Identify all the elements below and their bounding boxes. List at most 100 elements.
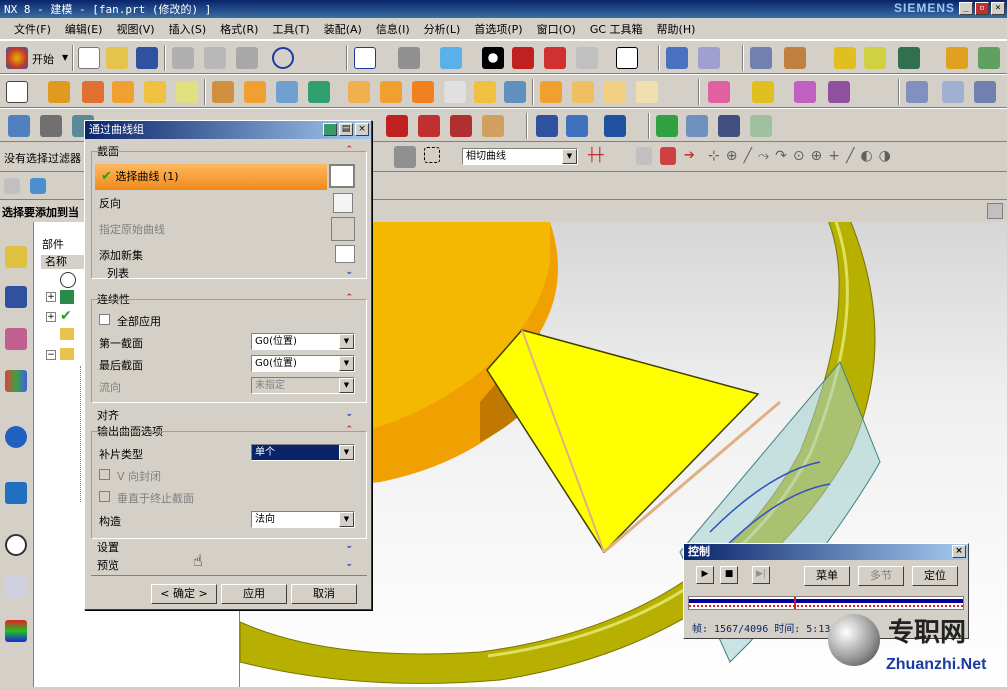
trim-icon[interactable] (444, 81, 466, 103)
point-icon[interactable] (708, 81, 730, 103)
rect-select-icon[interactable] (424, 147, 440, 163)
pad-icon[interactable] (212, 81, 234, 103)
csys-icon[interactable] (784, 47, 806, 69)
start-icon[interactable] (6, 47, 28, 69)
gh-icon[interactable] (418, 115, 440, 137)
table-icon[interactable] (686, 115, 708, 137)
cancel-button[interactable]: 取消 (291, 584, 357, 604)
pattern-icon[interactable] (276, 81, 298, 103)
collapse-icon[interactable]: ▤ (339, 123, 353, 136)
play-icon[interactable]: ▶ (696, 566, 714, 584)
menu-item-8[interactable]: 分析(L) (424, 21, 461, 37)
reverse-direction-icon[interactable] (333, 193, 353, 213)
emboss-icon[interactable] (244, 81, 266, 103)
background-icon[interactable] (616, 47, 638, 69)
hole-icon[interactable] (144, 81, 166, 103)
restore-icon[interactable]: ▫ (975, 2, 989, 15)
stack-icon[interactable] (40, 115, 62, 137)
through-curves-icon[interactable] (636, 81, 658, 103)
tree-expand-icon[interactable]: + (46, 292, 56, 302)
grid-icon[interactable] (718, 115, 740, 137)
cylinder-icon[interactable] (536, 115, 558, 137)
nurbs-icon[interactable] (906, 81, 928, 103)
new-icon[interactable] (78, 47, 100, 69)
menu-item-11[interactable]: GC 工具箱 (590, 21, 643, 37)
start-button[interactable]: 开始 (32, 51, 54, 67)
constraint-nav-icon[interactable] (5, 286, 27, 308)
menu-item-12[interactable]: 帮助(H) (657, 21, 696, 37)
datum-icon[interactable] (794, 81, 816, 103)
step-icon[interactable]: ▶| (752, 566, 770, 584)
cue-expand-icon[interactable] (987, 203, 1003, 219)
reuse-library-icon[interactable] (5, 370, 27, 392)
minimize-icon[interactable]: _ (959, 2, 973, 15)
cut-icon[interactable] (172, 47, 194, 69)
menu-item-5[interactable]: 工具(T) (272, 21, 309, 37)
render-icon[interactable] (576, 47, 598, 69)
tree-expand-icon[interactable]: + (46, 312, 56, 322)
extrude-icon[interactable] (48, 81, 70, 103)
timeline-thumb[interactable] (794, 597, 796, 609)
hand-icon[interactable] (482, 115, 504, 137)
undo-icon[interactable] (272, 47, 294, 69)
expand-preview-icon[interactable]: ⌄ (345, 559, 353, 569)
snap-points-icons[interactable]: ⊹⊕╱⤳↷⊙⊕+╱◐◑ (708, 148, 897, 164)
menu-item-4[interactable]: 格式(R) (220, 21, 258, 37)
reset-icon[interactable] (323, 123, 337, 136)
surface-icon[interactable] (540, 81, 562, 103)
shade-icon[interactable] (482, 47, 504, 69)
v-closed-checkbox[interactable] (99, 469, 110, 480)
studio-icon[interactable] (974, 81, 996, 103)
ob-icon[interactable] (386, 115, 408, 137)
menu-item-6[interactable]: 装配(A) (324, 21, 362, 37)
ok-button[interactable]: < 确定 > (151, 584, 217, 604)
assembly-nav-icon[interactable] (5, 246, 27, 268)
snap-settings-icon[interactable] (394, 146, 416, 168)
flow-direction-combo[interactable]: 未指定 ▼ (251, 377, 355, 394)
revolve-icon[interactable] (82, 81, 104, 103)
part-icon[interactable] (30, 178, 46, 194)
close-icon[interactable]: × (991, 2, 1005, 15)
motion-icon[interactable] (898, 47, 920, 69)
open-icon[interactable] (106, 47, 128, 69)
gb-icon[interactable] (450, 115, 472, 137)
offset-icon[interactable] (474, 81, 496, 103)
tree-collapse-icon[interactable]: − (46, 350, 56, 360)
apply-all-checkbox[interactable] (99, 314, 110, 325)
camera-icon[interactable] (398, 47, 420, 69)
expand-settings-icon[interactable]: ⌄ (345, 541, 353, 551)
layer-icon[interactable] (750, 47, 772, 69)
preview-header[interactable]: 预览 (97, 557, 119, 573)
construction-combo[interactable]: 法向 ▼ (251, 511, 355, 528)
freeform-icon[interactable] (942, 81, 964, 103)
part-nav-icon[interactable] (5, 328, 27, 350)
menu-item-0[interactable]: 文件(F) (14, 21, 51, 37)
axis-icon[interactable] (828, 81, 850, 103)
wcs-icon[interactable] (698, 47, 720, 69)
locate-button[interactable]: 定位 (912, 566, 958, 586)
boss-icon[interactable] (176, 81, 198, 103)
save-icon[interactable] (136, 47, 158, 69)
chamfer-icon[interactable] (412, 81, 434, 103)
first-section-combo[interactable]: G0(位置) ▼ (251, 333, 355, 350)
stop-icon[interactable]: ■ (720, 566, 738, 584)
menu-item-2[interactable]: 视图(V) (116, 21, 154, 37)
snap-b-icon[interactable] (660, 147, 676, 165)
control-close-icon[interactable]: × (952, 545, 966, 558)
settings-header[interactable]: 设置 (97, 539, 119, 555)
shell-icon[interactable] (348, 81, 370, 103)
menu-item-7[interactable]: 信息(I) (376, 21, 410, 37)
perp-end-checkbox[interactable] (99, 491, 110, 502)
expand-alignment-icon[interactable]: ⌄ (345, 409, 353, 419)
menu-item-10[interactable]: 窗口(O) (537, 21, 576, 37)
multi-button[interactable]: 多节 (858, 566, 904, 586)
axes-icon[interactable] (750, 115, 772, 137)
system-materials-icon[interactable] (5, 576, 27, 598)
sweep-icon[interactable] (572, 81, 594, 103)
spring-icon[interactable] (566, 115, 588, 137)
select-icon[interactable] (8, 115, 30, 137)
palette-icon[interactable] (5, 620, 27, 642)
menu-item-3[interactable]: 插入(S) (169, 21, 207, 37)
ruler-icon[interactable] (946, 47, 968, 69)
check-icon[interactable] (656, 115, 678, 137)
